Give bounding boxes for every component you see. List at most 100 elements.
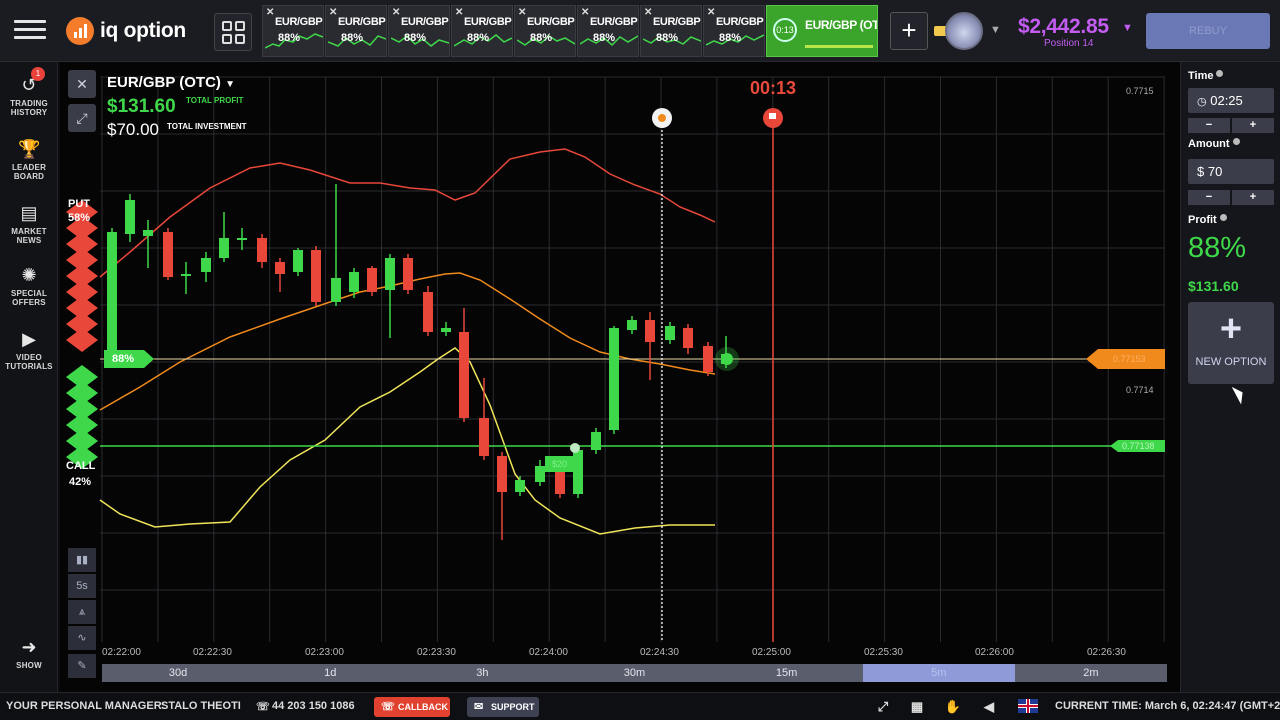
time-field[interactable]: ◷ 02:25 bbox=[1188, 88, 1274, 113]
time-decrease-button[interactable]: − bbox=[1188, 118, 1230, 133]
asset-tab[interactable]: ✕ EUR/GBP 88% bbox=[703, 5, 765, 57]
amount-increase-button[interactable]: + bbox=[1232, 190, 1274, 205]
trophy-icon: 🏆 bbox=[18, 139, 41, 159]
sidebar-label: VIDEO bbox=[16, 353, 42, 362]
period-option[interactable]: 2m bbox=[1015, 664, 1167, 682]
info-icon[interactable] bbox=[1232, 138, 1240, 145]
time-label: Time bbox=[1188, 70, 1224, 82]
sidebar-item-market-news[interactable]: ▤ MARKET NEWS bbox=[0, 202, 58, 245]
info-icon[interactable] bbox=[1219, 214, 1227, 221]
drawing-tools-icon[interactable]: ⩓ bbox=[68, 600, 96, 624]
period-option[interactable]: 1d bbox=[254, 664, 406, 682]
close-icon[interactable]: ✕ bbox=[518, 7, 526, 18]
close-icon[interactable]: ✕ bbox=[707, 7, 715, 18]
put-percent: 58% bbox=[68, 212, 91, 224]
close-chart-button[interactable]: ✕ bbox=[68, 70, 96, 98]
layout-icon[interactable]: ▦ bbox=[908, 698, 926, 716]
close-icon[interactable]: ✕ bbox=[329, 7, 337, 18]
rebuy-button[interactable]: REBUY bbox=[1146, 13, 1270, 49]
price-chart[interactable] bbox=[60, 62, 1180, 692]
amount-label-text: Amount bbox=[1188, 138, 1230, 150]
time-axis-tick: 02:24:30 bbox=[640, 647, 679, 658]
add-asset-button[interactable]: + bbox=[890, 12, 928, 50]
candle-body bbox=[257, 238, 267, 262]
notification-badge: 1 bbox=[31, 67, 45, 81]
period-option[interactable]: 15m bbox=[711, 664, 863, 682]
amount-decrease-button[interactable]: − bbox=[1188, 190, 1230, 205]
asset-tab[interactable]: ✕ EUR/GBP 88% bbox=[451, 5, 513, 57]
chevron-down-icon[interactable]: ▼ bbox=[1122, 22, 1133, 34]
sidebar-item-show[interactable]: ➜ SHOW bbox=[0, 636, 58, 670]
avatar[interactable] bbox=[945, 12, 983, 50]
tab-asset-name: EUR/GBP bbox=[464, 16, 512, 28]
period-option[interactable]: 3h bbox=[406, 664, 558, 682]
new-option-button[interactable]: + NEW OPTION bbox=[1188, 302, 1274, 384]
asset-tab[interactable]: ✕ EUR/GBP 88% bbox=[577, 5, 639, 57]
sidebar-label: LEADER bbox=[11, 163, 47, 172]
candle-interval-button[interactable]: 5s bbox=[68, 574, 96, 598]
chat-icon: ✉ bbox=[474, 701, 484, 713]
chart-area[interactable]: ✕ ⤢ EUR/GBP (OTC) ▼ $131.60 TOTAL PROFIT… bbox=[60, 62, 1180, 692]
close-icon[interactable]: ✕ bbox=[581, 7, 589, 18]
candle-body bbox=[459, 332, 469, 418]
asset-tab[interactable]: ✕ EUR/GBP 88% bbox=[514, 5, 576, 57]
sound-icon[interactable]: ◀ bbox=[980, 698, 998, 716]
asset-tab[interactable]: ✕ EUR/GBP 88% bbox=[262, 5, 324, 57]
callback-button[interactable]: ☏ CALLBACK bbox=[374, 697, 450, 717]
asset-name: EUR/GBP (OTC) bbox=[107, 74, 221, 91]
candle-body bbox=[385, 258, 395, 290]
fullscreen-icon[interactable]: ⤢ bbox=[874, 698, 892, 716]
asset-tab[interactable]: ✕ EUR/GBP 88% bbox=[325, 5, 387, 57]
support-button[interactable]: ✉ SUPPORT bbox=[467, 697, 539, 717]
time-axis-tick: 02:26:30 bbox=[1087, 647, 1126, 658]
time-value: 02:25 bbox=[1210, 93, 1243, 108]
top-bar: iq option ✕ EUR/GBP 88% ✕ EUR/GBP 88% ✕ … bbox=[0, 0, 1280, 62]
period-option[interactable]: 30m bbox=[558, 664, 710, 682]
close-icon[interactable]: ✕ bbox=[455, 7, 463, 18]
close-icon[interactable]: ✕ bbox=[392, 7, 400, 18]
tab-asset-name: EUR/GBP bbox=[590, 16, 638, 28]
asset-selector[interactable]: EUR/GBP (OTC) ▼ bbox=[107, 74, 235, 91]
close-icon[interactable]: ✕ bbox=[266, 7, 274, 18]
candle-body bbox=[403, 258, 413, 290]
candle-body bbox=[683, 328, 693, 348]
chart-type-icon[interactable]: ▮▮ bbox=[68, 548, 96, 572]
asset-grid-button[interactable] bbox=[214, 13, 252, 51]
candle-body bbox=[441, 328, 451, 332]
call-percent: 42% bbox=[69, 476, 92, 488]
logo[interactable]: iq option bbox=[66, 16, 186, 46]
candle-body bbox=[665, 326, 675, 340]
active-asset-tab[interactable]: 0:13 EUR/GBP (OT bbox=[766, 5, 878, 57]
chevron-down-icon[interactable]: ▼ bbox=[990, 24, 1001, 36]
put-label: PUT bbox=[68, 198, 90, 210]
amount-field[interactable]: $ 70 bbox=[1188, 159, 1274, 184]
sidebar-label: NEWS bbox=[16, 236, 42, 245]
sidebar-item-leader-board[interactable]: 🏆 LEADER BOARD bbox=[0, 138, 58, 181]
expand-icon[interactable]: ⤢ bbox=[68, 104, 96, 132]
sidebar-item-trading-history[interactable]: ↺ 1 TRADING HISTORY bbox=[0, 67, 58, 117]
pencil-icon[interactable]: ✎ bbox=[68, 654, 96, 678]
hamburger-menu-icon[interactable] bbox=[12, 16, 48, 46]
candle-body bbox=[237, 238, 247, 240]
clock-icon: ◷ bbox=[1197, 96, 1207, 108]
tab-profit-pct: 88% bbox=[719, 32, 742, 44]
profit-label-text: Profit bbox=[1188, 214, 1217, 226]
period-option-selected[interactable]: 5m bbox=[862, 664, 1015, 682]
manager-phone[interactable]: 44 203 150 1086 bbox=[272, 700, 355, 712]
sidebar-label: SPECIAL bbox=[10, 289, 48, 298]
time-axis-tick: 02:24:00 bbox=[529, 647, 568, 658]
uk-flag-icon[interactable] bbox=[1018, 699, 1038, 713]
time-increase-button[interactable]: + bbox=[1232, 118, 1274, 133]
total-investment-label: TOTAL INVESTMENT bbox=[167, 122, 247, 131]
sidebar-item-special-offers[interactable]: ✺ SPECIAL OFFERS bbox=[0, 264, 58, 307]
period-option[interactable]: 30d bbox=[102, 664, 254, 682]
indicators-icon[interactable]: ∿ bbox=[68, 626, 96, 650]
info-icon[interactable] bbox=[1216, 70, 1224, 77]
account-balance[interactable]: $2,442.85 bbox=[1018, 15, 1109, 39]
manager-label: YOUR PERSONAL MANAGER: bbox=[6, 700, 166, 712]
asset-tab[interactable]: ✕ EUR/GBP 88% bbox=[388, 5, 450, 57]
hand-icon[interactable]: ✋ bbox=[944, 698, 962, 716]
close-icon[interactable]: ✕ bbox=[644, 7, 652, 18]
sidebar-item-video-tutorials[interactable]: ▶ VIDEO TUTORIALS bbox=[0, 328, 58, 371]
asset-tab[interactable]: ✕ EUR/GBP 88% bbox=[640, 5, 702, 57]
